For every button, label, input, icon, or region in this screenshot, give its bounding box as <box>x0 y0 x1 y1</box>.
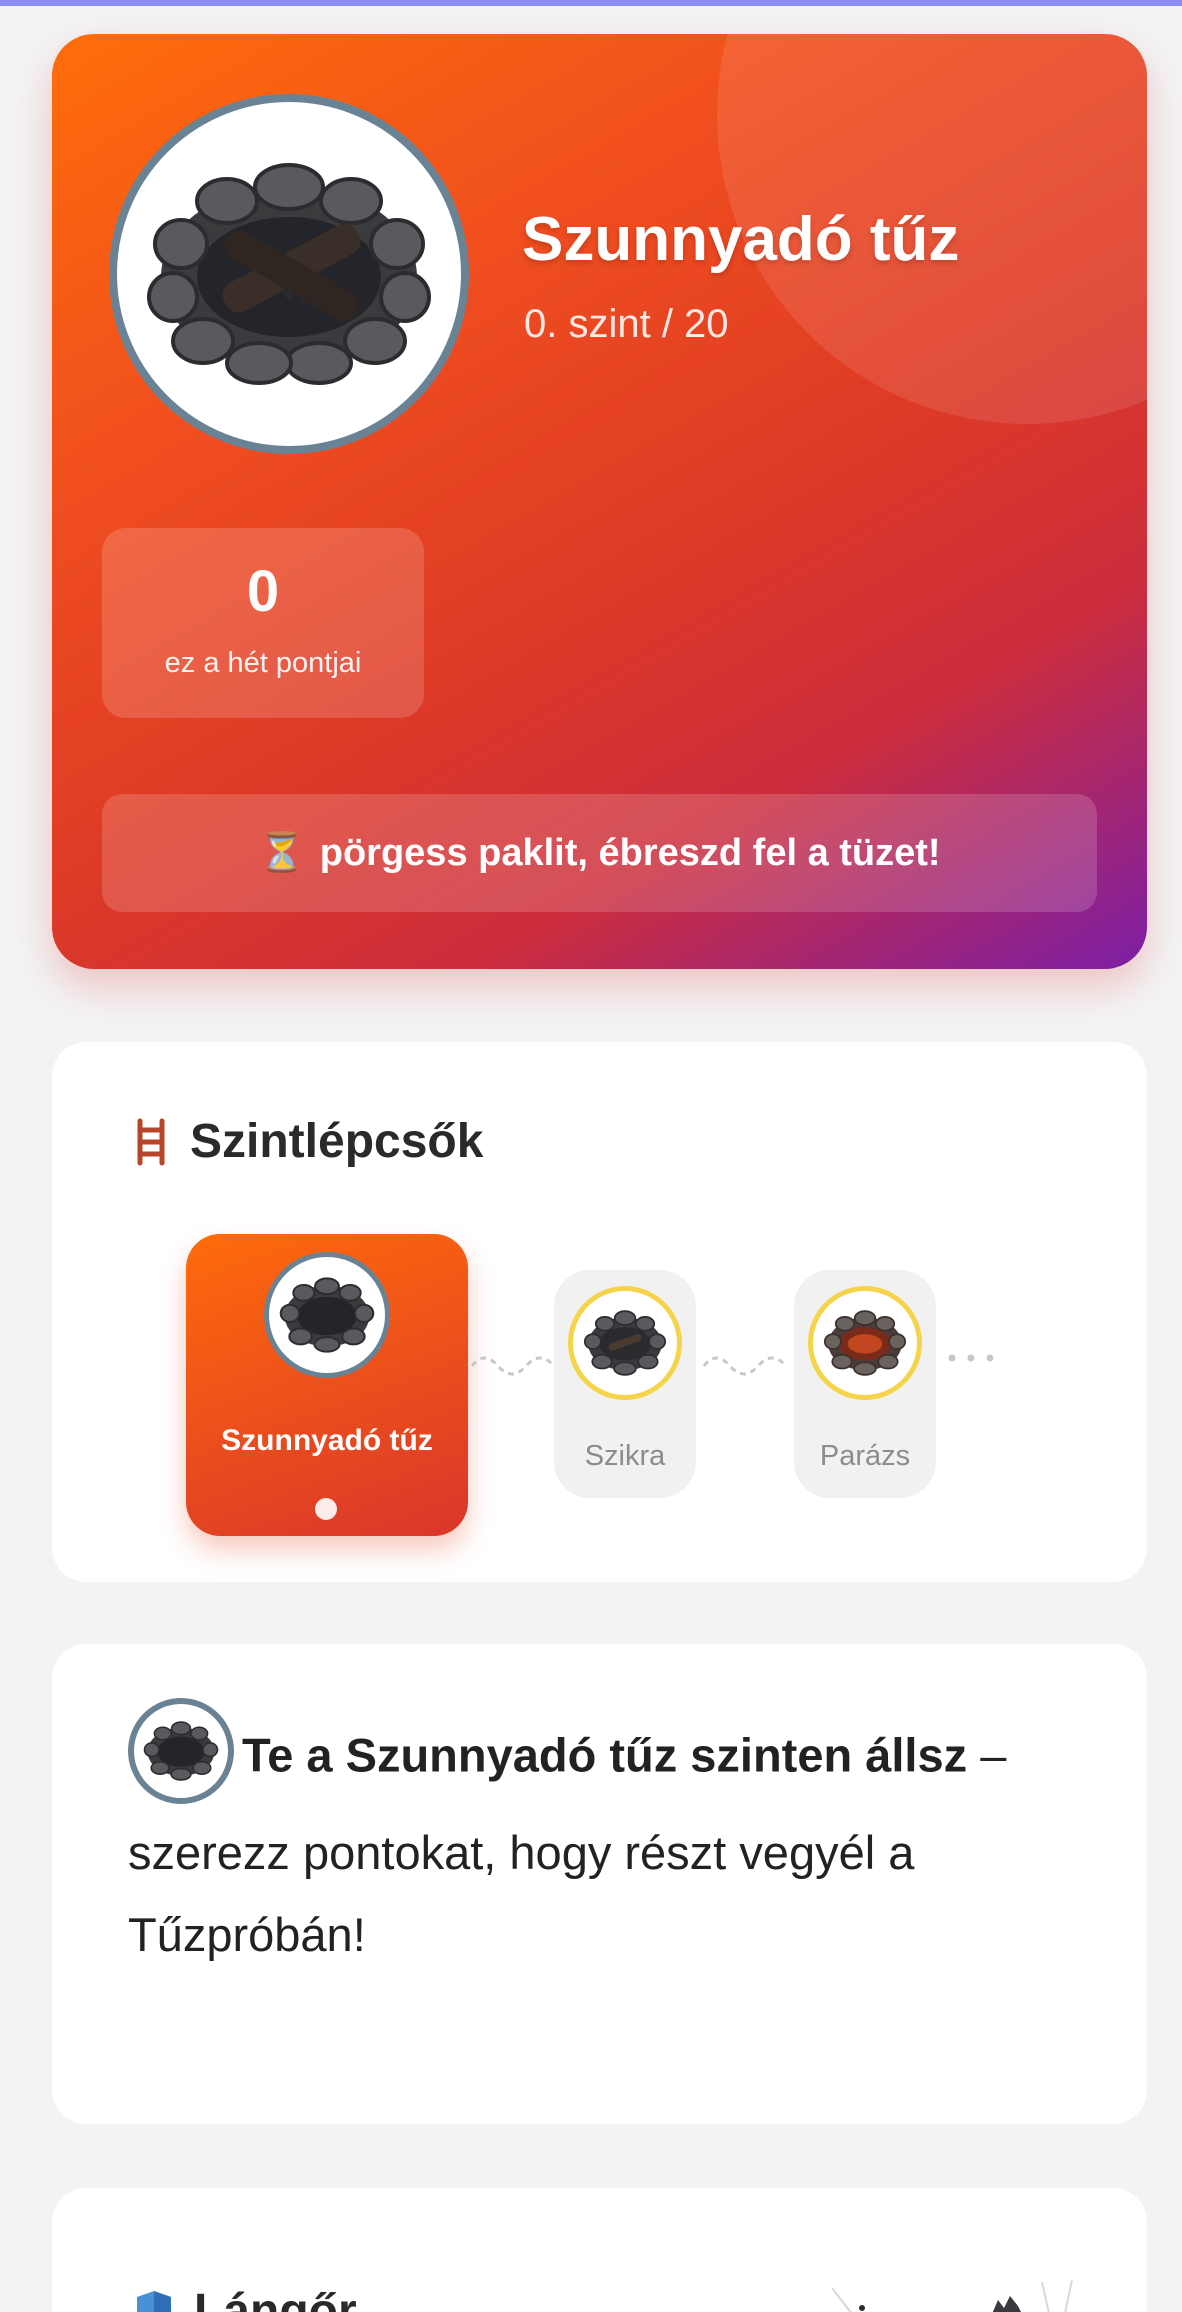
wake-fire-hint-text: pörgess paklit, ébreszd fel a tüzet! <box>319 831 941 874</box>
level-status-strong: Te a Szunnyadó tűz szinten állsz <box>242 1728 968 1782</box>
level-step-label: Szunnyadó tűz <box>221 1424 433 1457</box>
ladder-section-title: Szintlépcsők <box>134 1114 483 1169</box>
current-level-dot <box>315 1498 337 1520</box>
level-step-label: Szikra <box>584 1440 666 1472</box>
level-step-current[interactable]: Szunnyadó tűz <box>186 1234 468 1536</box>
level-step-upcoming[interactable]: Szikra <box>554 1270 696 1498</box>
level-progress-text: 0. szint / 20 <box>524 302 729 346</box>
weekly-points-label: ez a hét pontjai <box>164 647 362 679</box>
guard-title-text: Lángőr <box>194 2285 357 2312</box>
guard-section-title: Lángőr <box>134 2284 357 2312</box>
more-levels-dots <box>948 1354 994 1362</box>
dormant-fire-pit-icon <box>147 163 431 385</box>
shield-icon <box>137 2290 171 2312</box>
level-ladder-card: Szintlépcsők Szunnyadó tűz Szikra Parázs <box>52 1042 1147 1582</box>
dormant-fire-pit-icon <box>264 1252 390 1378</box>
ember-fire-pit-icon <box>808 1286 922 1400</box>
dormant-fire-pit-icon <box>128 1698 234 1804</box>
level-step-upcoming[interactable]: Parázs <box>794 1270 936 1498</box>
flame-guard-card: Lángőr <box>52 2188 1147 2312</box>
guard-illustration <box>831 2279 1073 2312</box>
hourglass-icon: ⏳ <box>258 832 306 874</box>
wake-fire-hint[interactable]: ⏳ pörgess paklit, ébreszd fel a tüzet! <box>102 794 1097 912</box>
level-status-card: Te a Szunnyadó tűz szinten állsz – szere… <box>52 1644 1147 2124</box>
spark-fire-pit-icon <box>568 1286 682 1400</box>
top-accent-line <box>0 0 1182 6</box>
connector-squiggle <box>702 1356 788 1376</box>
ladder-title-text: Szintlépcsők <box>190 1115 484 1168</box>
weekly-points-box: 0 ez a hét pontjai <box>102 528 424 718</box>
ladder-icon <box>137 1118 165 1165</box>
weekly-points-value: 0 <box>246 559 280 624</box>
fire-pit-avatar <box>109 94 469 454</box>
level-title: Szunnyadó tűz <box>522 205 960 274</box>
level-hero-card: Szunnyadó tűz 0. szint / 20 0 ez a hét p… <box>52 34 1147 969</box>
level-step-label: Parázs <box>819 1440 911 1472</box>
level-status-text: Te a Szunnyadó tűz szinten állsz – szere… <box>128 1698 1088 1976</box>
